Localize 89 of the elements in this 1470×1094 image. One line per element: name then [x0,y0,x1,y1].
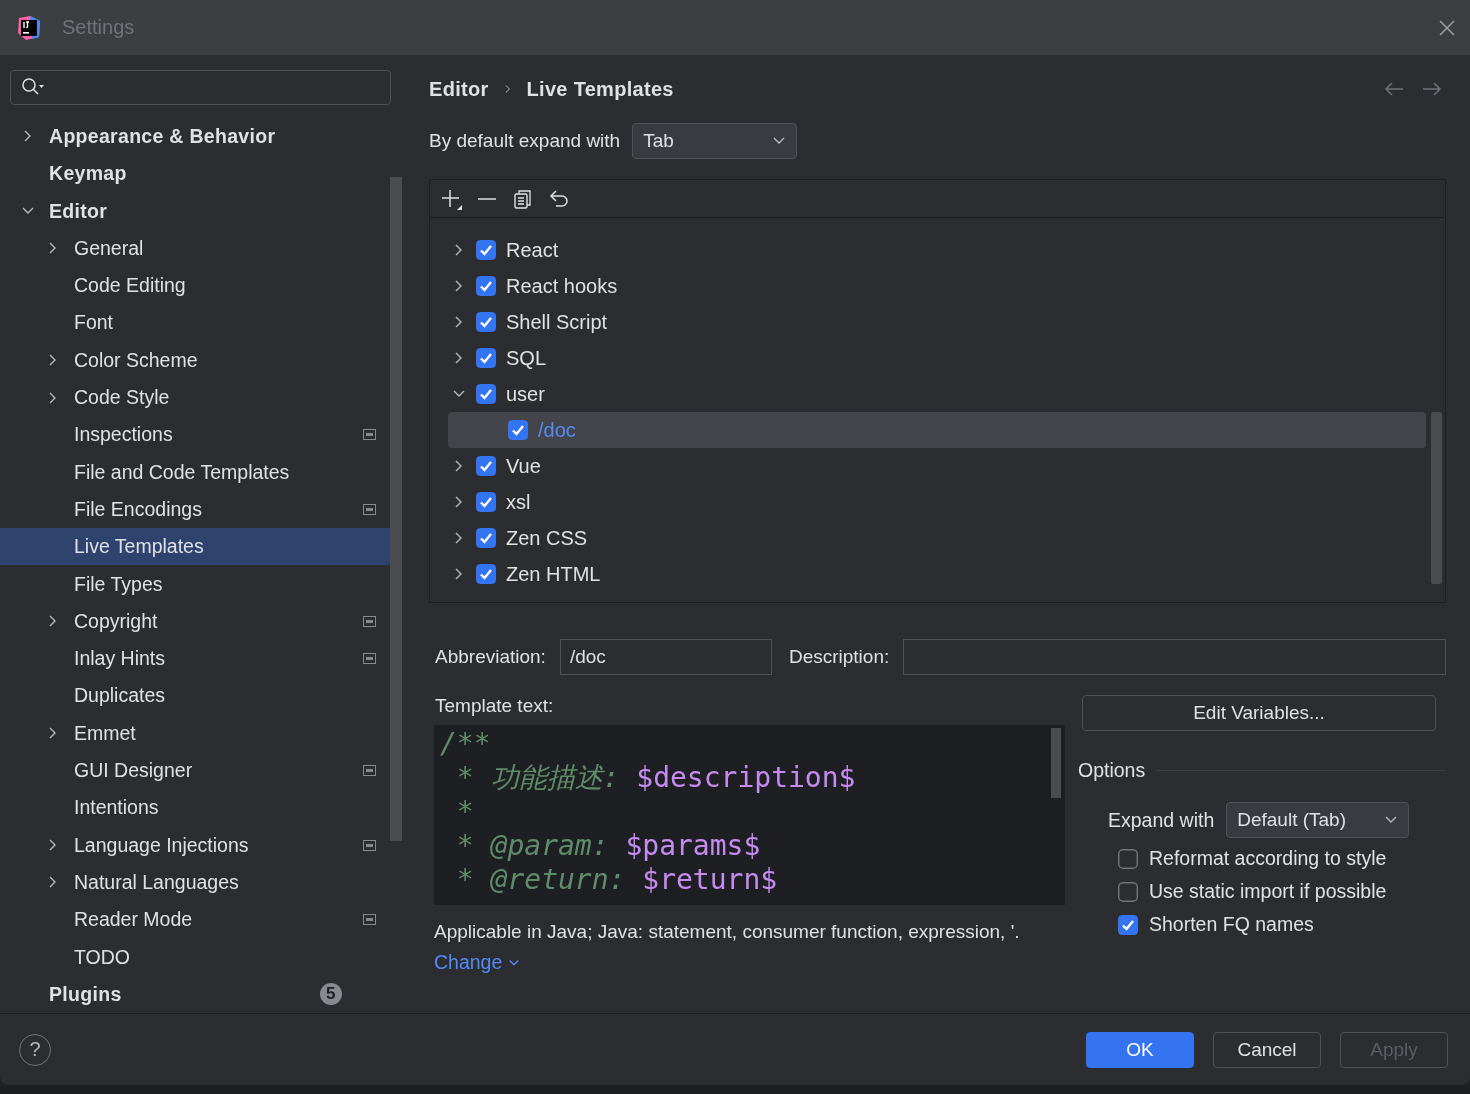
checkbox[interactable] [476,384,496,404]
sidebar-item[interactable]: Intentions [0,789,390,827]
breadcrumb-item: Live Templates [526,77,674,101]
checkbox[interactable] [1118,848,1138,869]
template-row[interactable]: Vue [448,448,1426,484]
sidebar-item[interactable]: TODO [0,938,390,976]
template-row[interactable]: Zen CSS [448,520,1426,556]
template-name: Zen HTML [506,562,601,586]
copy-icon[interactable] [512,187,534,210]
template-row[interactable]: Zen HTML [448,556,1426,592]
sidebar-item[interactable]: Copyright [0,602,390,640]
template-name: SQL [506,346,547,370]
dialog-button[interactable]: OK [1086,1031,1194,1068]
section-title: Options [1078,759,1146,782]
field-label: Expand with [1108,808,1215,832]
sidebar-item[interactable]: Code Editing [0,267,390,305]
change-link[interactable]: Change [434,951,521,974]
sidebar-item[interactable]: Code Style [0,378,390,417]
checkbox-label[interactable]: Reformat according to style [1149,847,1387,870]
checkbox[interactable] [476,348,496,368]
sidebar-item[interactable]: Language Injections [0,826,390,864]
applicable-contexts-text: Applicable in Java; Java: statement, consumer function, expression, '. [434,921,1021,943]
window-title: Settings [62,16,136,39]
checkbox[interactable] [476,240,496,260]
checkbox[interactable] [1118,914,1138,935]
field-label: Template text: [434,695,555,717]
add-icon[interactable] [440,187,462,210]
checkbox[interactable] [476,564,496,584]
back-arrow-icon[interactable] [1384,82,1404,96]
sidebar-item[interactable]: GUI Designer [0,751,390,790]
sidebar-item[interactable]: File Types [0,565,390,603]
template-name: Shell Script [506,310,608,334]
sidebar-item[interactable]: Reader Mode [0,901,390,939]
template-editor[interactable]: /** * 功能描述: $description$ * * @param: $params$ * @return: $return$ [434,725,1065,905]
abbreviation-field[interactable]: /doc [559,639,772,675]
template-name: user [506,382,545,406]
template-name: xsl [506,490,531,514]
sidebar-item[interactable]: Color Scheme [0,341,390,379]
template-name: Vue [506,454,541,478]
checkbox-label[interactable]: Use static import if possible [1149,880,1387,903]
sidebar-item[interactable]: Duplicates [0,677,390,715]
forward-arrow-icon[interactable] [1422,82,1442,96]
field-label: Abbreviation: [435,646,546,668]
template-name: /doc [538,418,576,442]
template-row[interactable]: user [448,376,1426,412]
checkbox[interactable] [476,456,496,476]
template-row[interactable]: SQL [448,340,1426,376]
app-logo-icon [16,14,42,41]
sidebar-item[interactable]: File and Code Templates [0,453,390,491]
checkbox[interactable] [476,276,496,296]
scrollbar[interactable] [390,177,402,841]
sidebar-item[interactable]: Live Templates [0,528,390,566]
sidebar-item[interactable]: Inspections [0,416,390,454]
sidebar-item[interactable]: Inlay Hints [0,640,390,678]
description-field[interactable] [903,639,1446,675]
template-row[interactable]: xsl [448,484,1426,520]
undo-icon[interactable] [548,187,570,210]
checkbox[interactable] [476,312,496,332]
field-label: By default expand with [429,130,621,152]
sidebar-item[interactable]: Editor [0,192,390,230]
template-name: Zen CSS [506,526,588,550]
checkbox[interactable] [476,492,496,512]
checkbox[interactable] [1118,881,1138,902]
scrollbar[interactable] [1431,412,1442,584]
expand-dropdown[interactable]: Default (Tab) [1226,802,1410,838]
sidebar-item[interactable]: Plugins 5 [0,975,390,1013]
template-name: React hooks [506,274,618,298]
close-icon[interactable] [1438,18,1456,37]
count-badge: 5 [320,983,342,1006]
sidebar-item[interactable]: Natural Languages [0,863,390,902]
template-row[interactable]: React [448,232,1426,268]
template-row[interactable]: Shell Script [448,304,1426,340]
sidebar-item[interactable]: General [0,229,390,267]
dialog-button[interactable]: Cancel [1213,1031,1321,1068]
breadcrumb-item[interactable]: Editor [429,77,489,101]
expand-dropdown[interactable]: Tab [632,123,798,159]
template-name: React [506,238,559,262]
template-row[interactable]: React hooks [448,268,1426,304]
sidebar-item[interactable]: Emmet [0,714,390,752]
checkbox[interactable] [508,420,528,440]
sidebar-item[interactable]: File Encodings [0,490,390,529]
edit-variables-button[interactable]: Edit Variables... [1082,695,1436,731]
field-label: Description: [788,646,890,668]
sidebar-item[interactable]: Appearance & Behavior [0,117,390,156]
sidebar-item[interactable]: Font [0,304,390,342]
sidebar-item[interactable]: Keymap [0,155,390,193]
checkbox-label[interactable]: Shorten FQ names [1149,913,1314,936]
search-field[interactable] [10,70,391,105]
checkbox[interactable] [476,528,496,548]
